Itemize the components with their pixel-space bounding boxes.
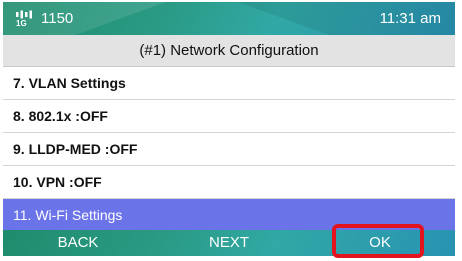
clock: 11:31 am <box>379 10 441 27</box>
svg-text:1G: 1G <box>16 19 27 27</box>
phone-display: 1G 1150 11:31 am (#1) Network Configurat… <box>0 0 462 261</box>
next-button[interactable]: NEXT <box>153 230 305 256</box>
page-title: (#1) Network Configuration <box>3 35 455 67</box>
menu-item-vlan-settings[interactable]: 7. VLAN Settings <box>3 67 455 100</box>
wired-network-icon: 1G <box>16 10 32 27</box>
menu-list: 7. VLAN Settings 8. 802.1x :OFF 9. LLDP-… <box>3 67 455 232</box>
menu-item-lldp-med[interactable]: 9. LLDP-MED :OFF <box>3 133 455 166</box>
menu-item-label: 7. VLAN Settings <box>13 75 126 91</box>
menu-item-label: 11. Wi-Fi Settings <box>13 207 123 223</box>
menu-item-label: 9. LLDP-MED :OFF <box>13 141 138 157</box>
menu-item-label: 8. 802.1x :OFF <box>13 108 108 124</box>
extension-number: 1150 <box>41 10 74 27</box>
ok-button[interactable]: OK <box>305 230 455 256</box>
screen: 1G 1150 11:31 am (#1) Network Configurat… <box>3 2 455 256</box>
menu-item-vpn[interactable]: 10. VPN :OFF <box>3 166 455 199</box>
back-button[interactable]: BACK <box>3 230 153 256</box>
menu-item-8021x[interactable]: 8. 802.1x :OFF <box>3 100 455 133</box>
status-bar: 1G 1150 11:31 am <box>3 2 455 35</box>
menu-item-wifi-settings[interactable]: 11. Wi-Fi Settings <box>3 199 455 232</box>
softkey-bar: BACK NEXT OK <box>3 230 455 256</box>
menu-item-label: 10. VPN :OFF <box>13 174 102 190</box>
